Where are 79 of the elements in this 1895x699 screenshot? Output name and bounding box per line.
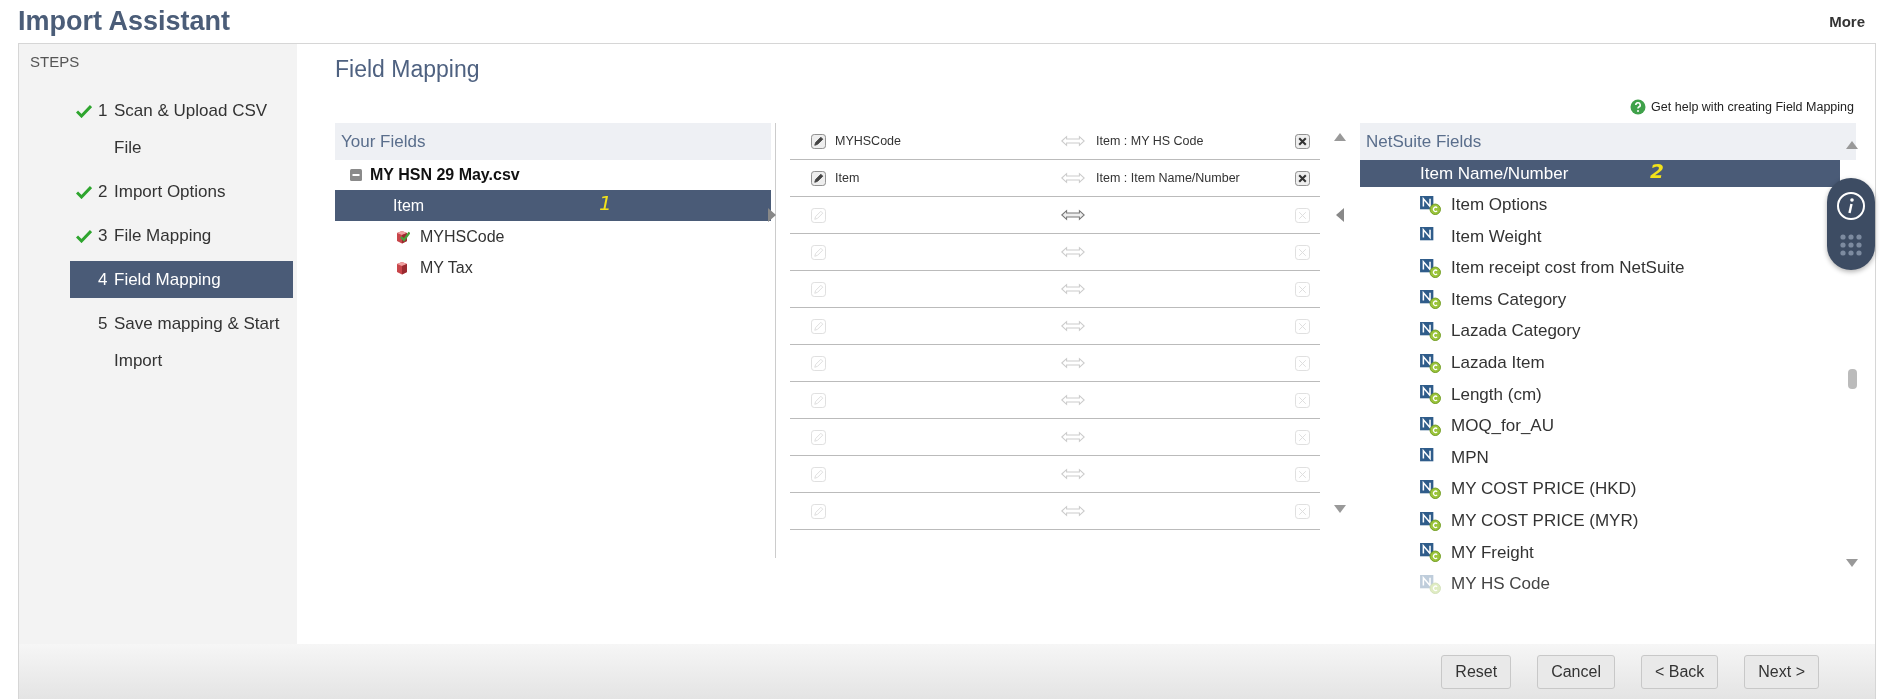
step-label: 1 Scan & Upload CSV File xyxy=(98,100,269,159)
target-field: Item : Item Name/Number xyxy=(1096,171,1295,185)
help-link[interactable]: Get help with creating Field Mapping xyxy=(1651,100,1854,114)
record-label: Item xyxy=(393,196,425,215)
field-label: MY Freight xyxy=(1451,542,1534,563)
scrollbar-thumb[interactable] xyxy=(1847,369,1857,389)
step-item[interactable]: 5 Save mapping & Start Import xyxy=(70,305,293,379)
info-icon[interactable] xyxy=(1836,190,1866,221)
field-row[interactable]: Lazada Category xyxy=(1360,317,1840,345)
more-link[interactable]: More xyxy=(1829,13,1865,30)
check-icon xyxy=(76,184,92,199)
scroll-up-icon[interactable] xyxy=(1334,133,1346,141)
remove-icon[interactable] xyxy=(1295,133,1310,149)
steps-heading: STEPS xyxy=(30,53,81,70)
page-title: Import Assistant xyxy=(18,6,231,37)
scroll-down-icon[interactable] xyxy=(1846,559,1858,567)
annotation-mark: 2 xyxy=(1650,160,1664,183)
field-row[interactable]: MOQ_for_AU xyxy=(1360,412,1840,440)
scroll-down-icon[interactable] xyxy=(1334,505,1346,513)
step-label: 5 Save mapping & Start Import xyxy=(98,313,281,372)
annotation-mark: 1 xyxy=(599,191,612,215)
help-icon xyxy=(1630,99,1647,115)
footer-button[interactable]: Next > xyxy=(1744,654,1819,689)
remove-icon[interactable] xyxy=(1295,170,1310,186)
field-row[interactable]: Item Options xyxy=(1360,191,1840,219)
field-row[interactable]: Length (cm) xyxy=(1360,381,1840,409)
field-row[interactable]: Item receipt cost from NetSuite xyxy=(1360,254,1840,282)
field-label: MPN xyxy=(1451,447,1489,468)
field-label: Length (cm) xyxy=(1451,384,1542,405)
pointer-icon xyxy=(1336,208,1344,222)
field-label: MY HS Code xyxy=(1451,574,1550,595)
field-label: MY Tax xyxy=(420,258,473,277)
source-field: Item xyxy=(835,171,1061,185)
tree-row[interactable]: MYHSCode xyxy=(335,221,771,252)
file-name[interactable]: MY HSN 29 May.csv xyxy=(370,166,520,184)
footer-button[interactable]: Cancel xyxy=(1537,654,1615,689)
field-label: MY COST PRICE (MYR) xyxy=(1451,511,1639,532)
tree-row[interactable]: Item 1 xyxy=(335,190,771,221)
collapse-icon[interactable] xyxy=(350,169,362,181)
panel-header: NetSuite Fields xyxy=(1360,123,1856,160)
pointer-icon xyxy=(768,208,776,222)
field-row[interactable]: MPN xyxy=(1360,444,1840,472)
section-title: Field Mapping xyxy=(335,56,481,83)
edit-icon[interactable] xyxy=(811,133,826,149)
scroll-up-icon[interactable] xyxy=(1846,141,1858,149)
step-label: 4 Field Mapping xyxy=(98,269,221,291)
field-row[interactable]: Lazada Item xyxy=(1360,349,1840,377)
edit-icon[interactable] xyxy=(811,170,826,186)
check-icon xyxy=(76,103,92,118)
field-label: Item Options xyxy=(1451,195,1548,216)
source-field: MYHSCode xyxy=(835,134,1061,148)
field-row[interactable]: Item Weight xyxy=(1360,223,1840,251)
field-label: Item Name/Number xyxy=(1420,163,1569,184)
field-label: Item receipt cost from NetSuite xyxy=(1451,258,1685,279)
field-label: MY COST PRICE (HKD) xyxy=(1451,479,1637,500)
step-label: 2 Import Options xyxy=(98,181,226,203)
field-row[interactable]: MY Freight xyxy=(1360,539,1840,567)
tree-row[interactable]: MY Tax xyxy=(335,252,771,283)
target-field: Item : MY HS Code xyxy=(1096,134,1295,148)
field-row[interactable]: MY COST PRICE (MYR) xyxy=(1360,507,1840,535)
step-item[interactable]: 1 Scan & Upload CSV File xyxy=(70,92,293,166)
check-icon xyxy=(76,228,92,243)
field-row[interactable]: MY COST PRICE (HKD) xyxy=(1360,475,1840,503)
field-label: Lazada Category xyxy=(1451,321,1581,342)
step-item[interactable]: 3 File Mapping xyxy=(70,217,293,254)
field-label: MYHSCode xyxy=(420,227,505,246)
footer-button[interactable]: Reset xyxy=(1441,654,1512,689)
field-row[interactable]: Items Category xyxy=(1360,286,1840,314)
step-item[interactable]: 4 Field Mapping xyxy=(70,261,293,298)
field-label: Item Weight xyxy=(1451,226,1542,247)
apps-grid-icon[interactable] xyxy=(1839,233,1863,258)
footer-button[interactable]: < Back xyxy=(1640,654,1719,689)
field-row[interactable]: Item Name/Number 2 xyxy=(1360,160,1840,187)
field-label: Items Category xyxy=(1451,289,1567,310)
field-label: MOQ_for_AU xyxy=(1451,416,1554,437)
step-label: 3 File Mapping xyxy=(98,225,212,247)
field-label: Lazada Item xyxy=(1451,353,1545,374)
step-item[interactable]: 2 Import Options xyxy=(70,173,293,210)
panel-header: Your Fields xyxy=(335,123,771,160)
